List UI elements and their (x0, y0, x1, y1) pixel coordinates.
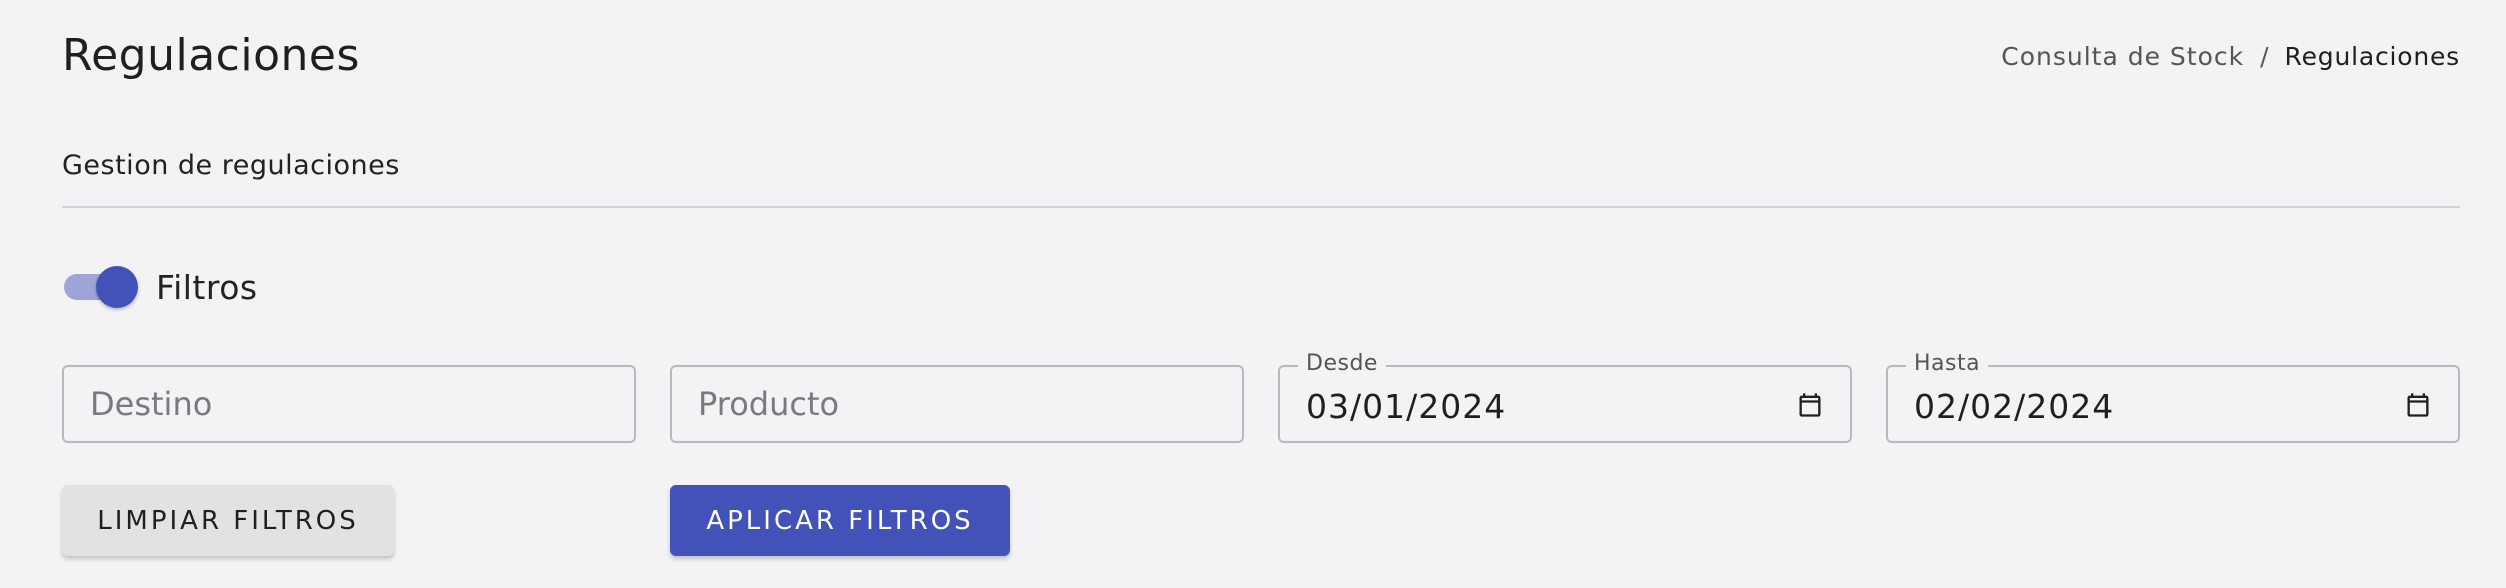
toggle-thumb[interactable] (96, 266, 138, 308)
page: Regulaciones Consulta de Stock / Regulacio… (62, 0, 2460, 588)
section-subtitle: Gestion de regulaciones (62, 150, 400, 181)
apply-filters-button[interactable]: APLICAR FILTROS (670, 485, 1010, 556)
filters-toggle-label: Filtros (156, 267, 258, 307)
desde-label: Desde (1298, 351, 1386, 376)
hasta-date-value[interactable]: 02/02/2024 (1914, 387, 2114, 426)
page-header: Regulaciones Consulta de Stock / Regulacio… (62, 30, 2460, 90)
filters-toggle-row: Filtros (62, 264, 258, 310)
breadcrumb-current: Regulaciones (2284, 42, 2460, 71)
section-divider (62, 206, 2460, 208)
calendar-icon[interactable] (1796, 391, 1824, 419)
calendar-icon[interactable] (2404, 391, 2432, 419)
producto-field (670, 365, 1244, 443)
producto-input[interactable] (698, 367, 1178, 441)
hasta-date-field[interactable]: Hasta 02/02/2024 (1886, 351, 2460, 443)
destino-input[interactable] (90, 367, 570, 441)
clear-filters-button[interactable]: LIMPIAR FILTROS (62, 485, 394, 556)
breadcrumb: Consulta de Stock / Regulaciones (2001, 42, 2460, 71)
hasta-label: Hasta (1906, 351, 1989, 376)
breadcrumb-separator: / (2260, 42, 2269, 71)
desde-date-field[interactable]: Desde 03/01/2024 (1278, 351, 1852, 443)
filters-toggle[interactable] (62, 264, 138, 310)
page-title: Regulaciones (62, 30, 360, 81)
breadcrumb-link-consulta-stock[interactable]: Consulta de Stock (2001, 42, 2244, 71)
destino-field (62, 365, 636, 443)
desde-date-value[interactable]: 03/01/2024 (1306, 387, 1506, 426)
